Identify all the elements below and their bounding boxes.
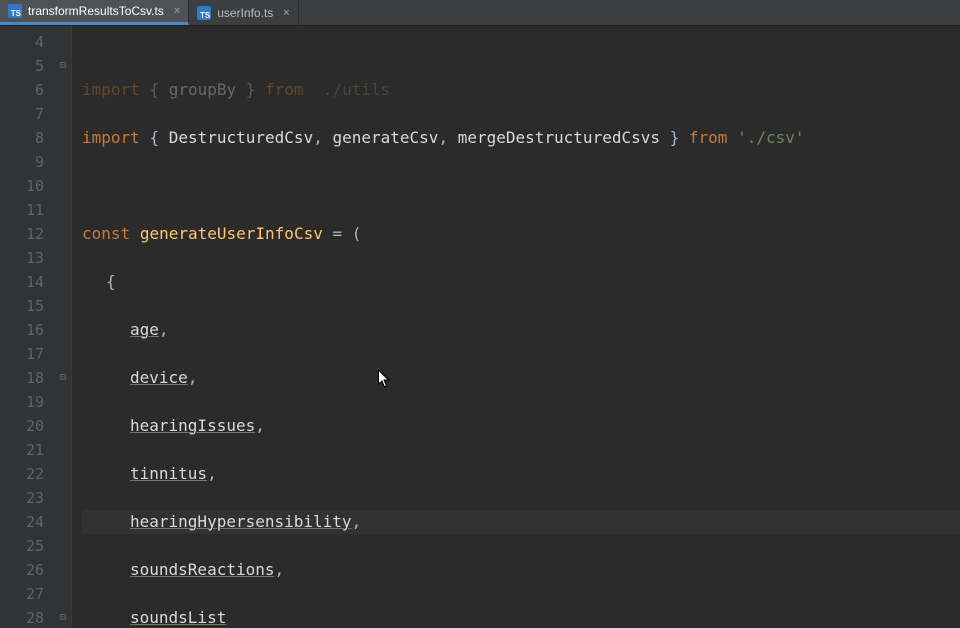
code-line: import { DestructuredCsv, generateCsv, m… xyxy=(82,126,960,150)
line-number: 24 xyxy=(0,510,44,534)
fold-marker-icon[interactable]: ⊟ xyxy=(60,54,66,78)
code-line: hearingIssues, xyxy=(82,414,960,438)
line-number: 12 xyxy=(0,222,44,246)
code-line xyxy=(82,174,960,198)
code-line: soundsList xyxy=(82,606,960,628)
tab-user-info[interactable]: TS userInfo.ts × xyxy=(189,0,298,25)
ts-file-icon: TS xyxy=(197,6,211,20)
code-line: device, xyxy=(82,366,960,390)
fold-marker-icon[interactable]: ⊟ xyxy=(60,606,66,628)
close-icon[interactable]: × xyxy=(170,5,180,17)
line-number: 22 xyxy=(0,462,44,486)
line-number: 9 xyxy=(0,150,44,174)
line-number: 23 xyxy=(0,486,44,510)
line-number: 15 xyxy=(0,294,44,318)
tab-transform-results[interactable]: TS transformResultsToCsv.ts × xyxy=(0,0,189,25)
line-number: 28 xyxy=(0,606,44,628)
line-number: 6 xyxy=(0,78,44,102)
line-number: 18 xyxy=(0,366,44,390)
tab-label: userInfo.ts xyxy=(217,6,273,20)
close-icon[interactable]: × xyxy=(279,7,289,19)
code-line: { xyxy=(82,270,960,294)
editor[interactable]: 4567891011121314151617181920212223242526… xyxy=(0,26,960,628)
line-number: 20 xyxy=(0,414,44,438)
fold-gutter: ⊟ ⊟ ⊟ xyxy=(58,26,72,628)
line-number: 19 xyxy=(0,390,44,414)
line-number: 21 xyxy=(0,438,44,462)
code-line: hearingHypersensibility, xyxy=(82,510,960,534)
line-number: 26 xyxy=(0,558,44,582)
line-number: 13 xyxy=(0,246,44,270)
line-number: 11 xyxy=(0,198,44,222)
line-number: 14 xyxy=(0,270,44,294)
tab-label: transformResultsToCsv.ts xyxy=(28,4,164,18)
code-area[interactable]: import { groupBy } from ./utils import {… xyxy=(72,26,960,628)
code-line: soundsReactions, xyxy=(82,558,960,582)
code-line: const generateUserInfoCsv = ( xyxy=(82,222,960,246)
line-number: 4 xyxy=(0,30,44,54)
line-number: 16 xyxy=(0,318,44,342)
code-line: tinnitus, xyxy=(82,462,960,486)
line-number: 5 xyxy=(0,54,44,78)
line-number: 25 xyxy=(0,534,44,558)
code-line: age, xyxy=(82,318,960,342)
ts-file-icon: TS xyxy=(8,4,22,18)
line-number: 17 xyxy=(0,342,44,366)
line-number: 10 xyxy=(0,174,44,198)
line-number: 27 xyxy=(0,582,44,606)
line-number: 7 xyxy=(0,102,44,126)
tab-bar: TS transformResultsToCsv.ts × TS userInf… xyxy=(0,0,960,26)
line-number-gutter: 4567891011121314151617181920212223242526… xyxy=(0,26,58,628)
fold-marker-icon[interactable]: ⊟ xyxy=(60,366,66,390)
code-line: import { groupBy } from ./utils xyxy=(82,78,960,102)
line-number: 8 xyxy=(0,126,44,150)
